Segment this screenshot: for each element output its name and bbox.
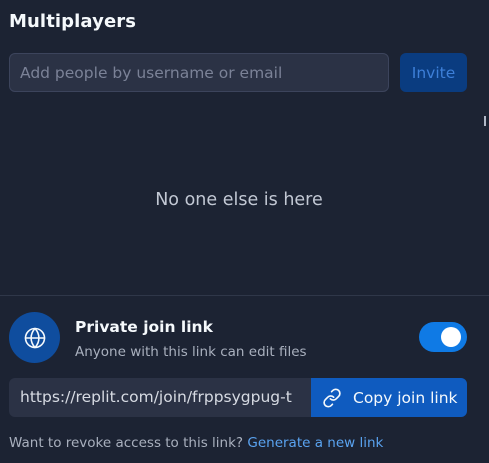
resize-handle[interactable] [484, 116, 486, 126]
copy-join-link-label: Copy join link [353, 388, 458, 407]
globe-icon-badge [9, 312, 60, 363]
join-link-toggle[interactable] [419, 322, 467, 352]
section-divider [0, 295, 489, 296]
join-link-url[interactable]: https://replit.com/join/frppsygpug-t [9, 378, 311, 417]
invite-search-input[interactable] [9, 53, 389, 92]
empty-members-message: No one else is here [155, 190, 323, 210]
copy-join-link-button[interactable]: Copy join link [311, 378, 467, 417]
link-icon [321, 387, 343, 409]
invite-button[interactable]: Invite [400, 53, 467, 92]
join-link-row: https://replit.com/join/frppsygpug-t Cop… [9, 378, 467, 417]
generate-new-link[interactable]: Generate a new link [247, 435, 383, 451]
panel-title: Multiplayers [9, 11, 137, 32]
revoke-note: Want to revoke access to this link? Gene… [9, 435, 383, 451]
invite-row: Invite [9, 53, 467, 92]
join-link-title: Private join link [75, 318, 213, 336]
globe-icon [24, 327, 45, 348]
multiplayers-panel: Multiplayers Invite No one else is here … [0, 0, 489, 463]
join-link-subtitle: Anyone with this link can edit files [75, 344, 307, 360]
revoke-text: Want to revoke access to this link? [9, 435, 244, 451]
toggle-knob [441, 327, 461, 347]
